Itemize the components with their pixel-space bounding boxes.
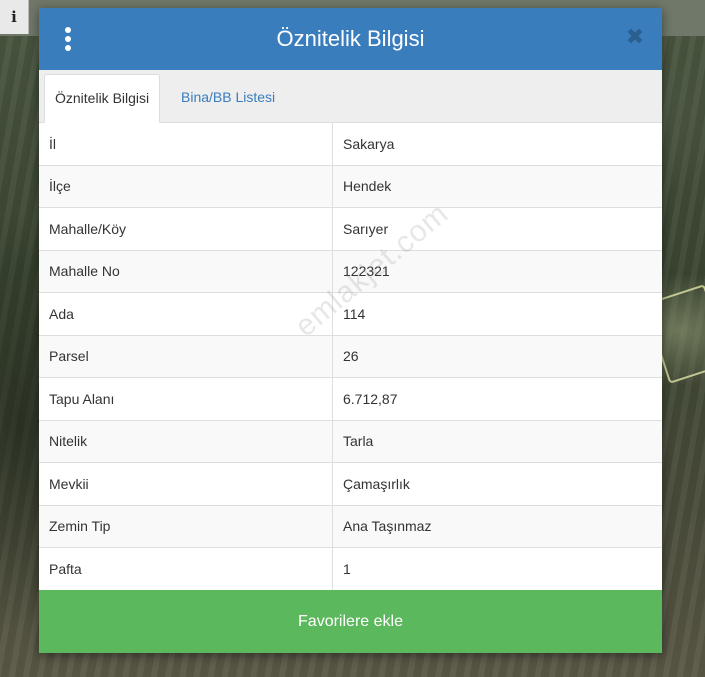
attribute-value: 1: [332, 547, 662, 591]
attribute-key: Mevkii: [39, 462, 333, 506]
table-row: Pafta 1: [39, 547, 662, 591]
attribute-dialog: Öznitelik Bilgisi ✖ Öznitelik Bilgisi Bi…: [39, 8, 662, 653]
attribute-key: Pafta: [39, 547, 333, 591]
attribute-value: Hendek: [332, 165, 662, 208]
attribute-value: Tarla: [332, 420, 662, 463]
attribute-key: Nitelik: [39, 420, 333, 463]
attribute-key: Zemin Tip: [39, 505, 333, 548]
attribute-key: Mahalle No: [39, 250, 333, 293]
attribute-value: Ana Taşınmaz: [332, 505, 662, 548]
attribute-value: 122321: [332, 250, 662, 293]
table-row: Zemin Tip Ana Taşınmaz: [39, 505, 662, 548]
more-vertical-icon[interactable]: [61, 27, 75, 51]
table-row: İl Sakarya: [39, 123, 662, 166]
table-row: Mahalle No 122321: [39, 250, 662, 293]
table-row: Tapu Alanı 6.712,87: [39, 377, 662, 421]
attribute-value: Çamaşırlık: [332, 462, 662, 506]
info-icon: i: [11, 8, 17, 26]
attribute-value: 114: [332, 292, 662, 336]
tab-attribute-info[interactable]: Öznitelik Bilgisi: [44, 74, 161, 123]
attribute-value: Sakarya: [332, 123, 662, 166]
dialog-header: Öznitelik Bilgisi ✖: [39, 8, 662, 70]
add-to-favorites-button[interactable]: Favorilere ekle: [39, 590, 662, 653]
close-icon[interactable]: ✖: [624, 25, 646, 51]
attribute-value: 6.712,87: [332, 377, 662, 421]
table-row: Ada 114: [39, 292, 662, 336]
tab-bar: Öznitelik Bilgisi Bina/BB Listesi: [39, 70, 662, 123]
attribute-value: Sarıyer: [332, 207, 662, 251]
attribute-key: Tapu Alanı: [39, 377, 333, 421]
table-row: Mahalle/Köy Sarıyer: [39, 207, 662, 251]
dialog-title: Öznitelik Bilgisi: [276, 26, 425, 51]
table-row: Nitelik Tarla: [39, 420, 662, 463]
tab-building-list[interactable]: Bina/BB Listesi: [171, 74, 285, 121]
attribute-value: 26: [332, 335, 662, 378]
attribute-table: İl Sakarya İlçe Hendek Mahalle/Köy Sarıyer Mah…: [39, 123, 662, 591]
table-row: Mevkii Çamaşırlık: [39, 462, 662, 506]
attribute-key: Ada: [39, 292, 333, 336]
info-button[interactable]: i: [0, 0, 29, 34]
attribute-key: Parsel: [39, 335, 333, 378]
attribute-key: Mahalle/Köy: [39, 207, 333, 251]
attribute-key: İl: [39, 123, 333, 166]
table-row: Parsel 26: [39, 335, 662, 378]
table-row: İlçe Hendek: [39, 165, 662, 208]
attribute-key: İlçe: [39, 165, 333, 208]
